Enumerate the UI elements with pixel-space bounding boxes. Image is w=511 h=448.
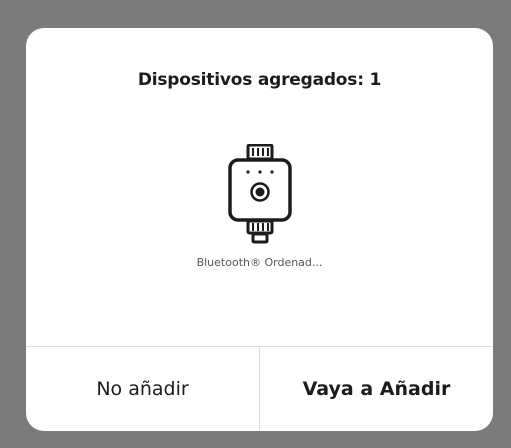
water-timer-device-icon — [226, 143, 294, 246]
do-not-add-button[interactable]: No añadir — [26, 347, 259, 431]
device-name: Bluetooth® Ordenad... — [196, 256, 323, 269]
go-to-add-button[interactable]: Vaya a Añadir — [260, 347, 493, 431]
device-item — [26, 143, 493, 250]
dialog-title: Dispositivos agregados: 1 — [137, 70, 382, 90]
add-device-dialog: Dispositivos agregados: 1 Bluetooth® Ord… — [26, 28, 493, 431]
